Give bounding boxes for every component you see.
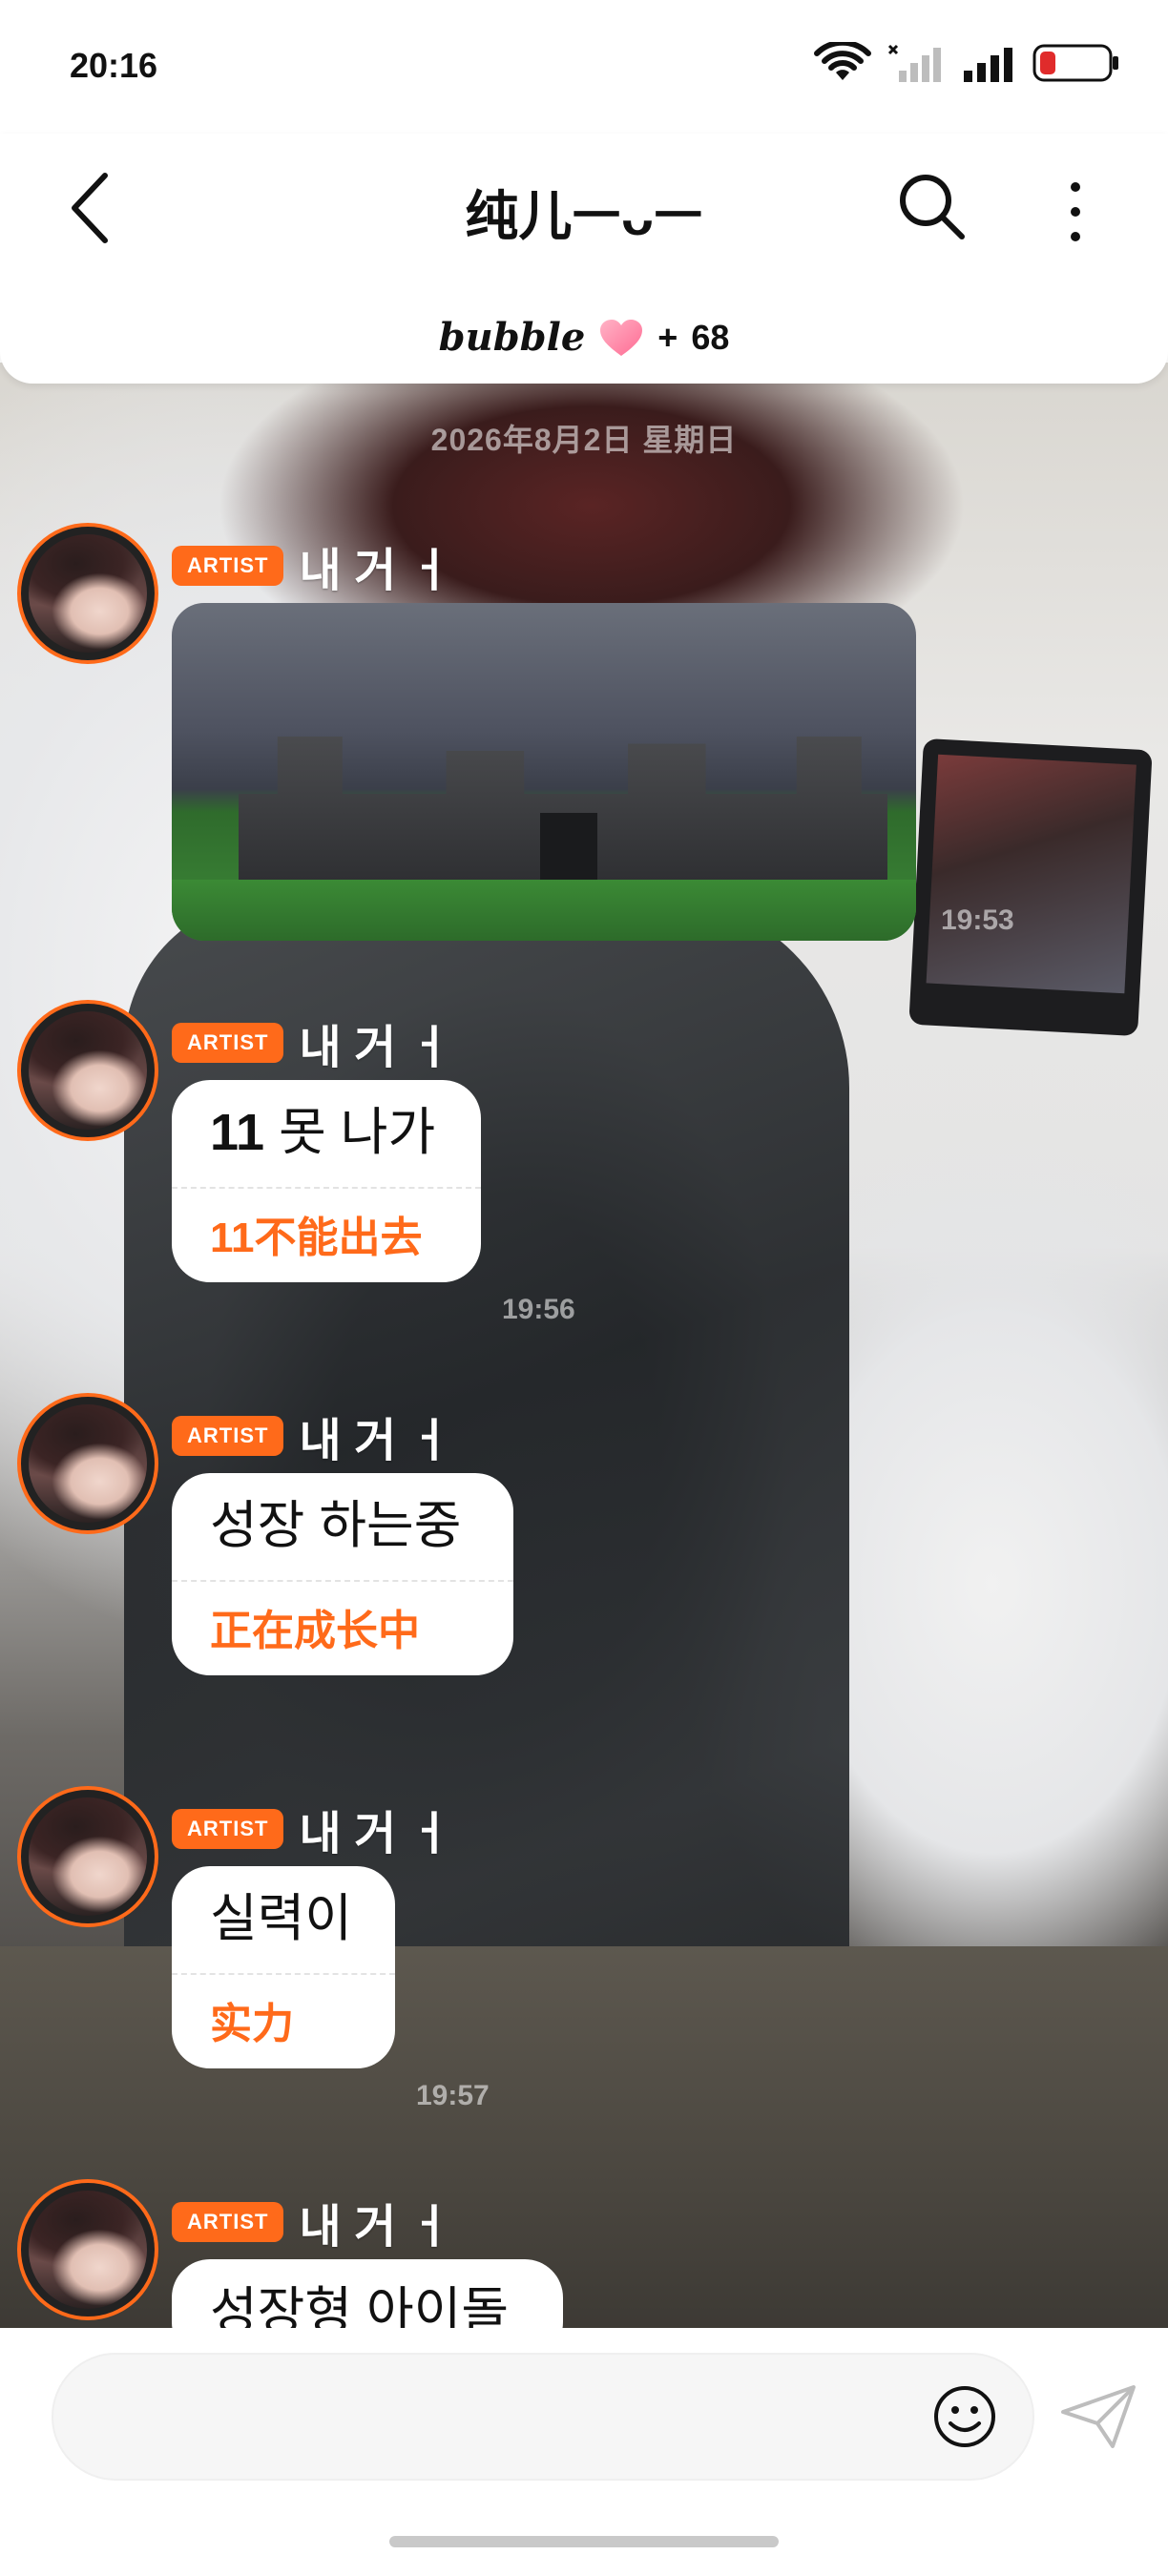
- message-korean-text: 못 나가: [279, 1104, 436, 1161]
- battery-low-icon: [1032, 44, 1118, 82]
- message-timestamp: 19:53: [941, 904, 1014, 936]
- message-timestamp: 19:56: [502, 1294, 575, 1325]
- subscription-row[interactable]: bubble + 68: [0, 315, 1168, 360]
- author-name: 내 거 ㅓ: [299, 1023, 451, 1073]
- text-message-bubble[interactable]: 실력이 实力: [172, 1866, 395, 2068]
- plus-label: +: [657, 317, 678, 357]
- artist-avatar[interactable]: [17, 523, 158, 664]
- text-message-bubble[interactable]: 11 못 나가 11不能出去: [172, 1080, 481, 1282]
- bubble-brand-label: bubble: [438, 315, 586, 360]
- date-divider: 2026年8月2日 星期日: [430, 423, 738, 457]
- artist-badge: ARTIST: [172, 2202, 284, 2242]
- message-korean-text: 성장 하는중: [210, 1497, 462, 1554]
- message-timestamp: 19:57: [416, 2080, 490, 2111]
- message-number: 11: [210, 1104, 265, 1161]
- no-signal-icon: [887, 44, 941, 82]
- artist-badge: ARTIST: [172, 1809, 284, 1849]
- artist-badge: ARTIST: [172, 1416, 284, 1456]
- message-translation: 正在成长中: [210, 1608, 420, 1654]
- message-translation: 实力: [210, 2001, 294, 2047]
- chat-area[interactable]: 2026年8月2日 星期日 ARTIST 내 거 ㅓ 19:53 ARTIST …: [0, 382, 1168, 2360]
- message-korean-text: 실력이: [210, 1890, 353, 1947]
- signal-icon: [964, 48, 1012, 82]
- home-indicator: [389, 2536, 779, 2547]
- text-message-bubble[interactable]: 성장 하는중 正在成长中: [172, 1473, 513, 1675]
- artist-avatar[interactable]: [17, 2179, 158, 2320]
- image-message[interactable]: [172, 603, 916, 941]
- send-icon[interactable]: [1059, 2383, 1137, 2452]
- emoji-icon[interactable]: [931, 2383, 998, 2450]
- artist-avatar[interactable]: [17, 1393, 158, 1534]
- chat-header: 纯儿ㅡᴗㅡ bubble + 68: [0, 134, 1168, 384]
- author-name: 내 거 ㅓ: [299, 1416, 451, 1466]
- artist-avatar[interactable]: [17, 1000, 158, 1141]
- heart-icon: [600, 319, 643, 356]
- status-bar: 20:16: [0, 0, 1168, 134]
- message-translation: 11不能出去: [210, 1215, 423, 1261]
- status-time: 20:16: [70, 46, 158, 85]
- wifi-icon: [814, 42, 871, 80]
- message-input[interactable]: [52, 2353, 1034, 2481]
- artist-badge: ARTIST: [172, 546, 284, 586]
- artist-avatar[interactable]: [17, 1786, 158, 1927]
- subscriber-count: 68: [691, 317, 730, 357]
- author-name: 내 거 ㅓ: [299, 1809, 451, 1859]
- author-name: 내 거 ㅓ: [299, 546, 451, 596]
- author-name: 내 거 ㅓ: [299, 2202, 451, 2253]
- more-options-icon[interactable]: [1061, 177, 1090, 246]
- page-title: 纯儿ㅡᴗㅡ: [465, 186, 703, 246]
- search-icon[interactable]: [897, 172, 966, 240]
- message-input-bar: [0, 2328, 1168, 2576]
- artist-badge: ARTIST: [172, 1023, 284, 1063]
